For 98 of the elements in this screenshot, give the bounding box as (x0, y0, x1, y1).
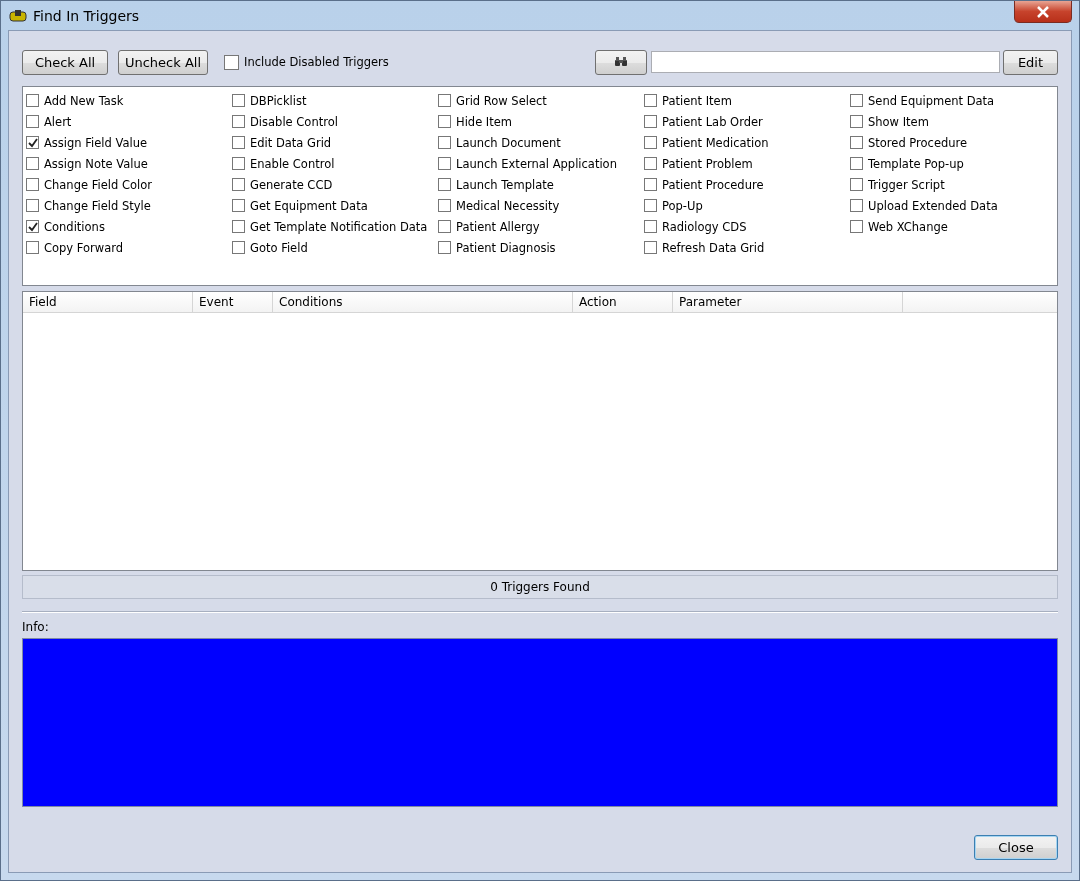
checkbox-label: Patient Diagnosis (456, 240, 556, 255)
checkbox-label: Disable Control (250, 114, 338, 129)
edit-button[interactable]: Edit (1003, 49, 1058, 75)
checkbox[interactable] (850, 199, 863, 212)
checkbox-label: Patient Medication (662, 135, 769, 150)
checkbox-label: Add New Task (44, 93, 124, 108)
info-label: Info: (22, 620, 50, 634)
checkbox-label: Generate CCD (250, 177, 333, 192)
checkbox-label: Grid Row Select (456, 93, 547, 108)
checkbox-label: Change Field Style (44, 198, 151, 213)
checkbox-label: Refresh Data Grid (662, 240, 765, 255)
checkbox[interactable] (850, 115, 863, 128)
checkbox[interactable] (644, 157, 657, 170)
checkbox[interactable] (26, 157, 39, 170)
checkbox-label: Alert (44, 114, 72, 129)
checkbox[interactable] (232, 199, 245, 212)
checkbox[interactable] (438, 136, 451, 149)
column-header[interactable]: Parameter (673, 292, 903, 312)
column-header[interactable]: Conditions (273, 292, 573, 312)
checkbox-label: Trigger Script (868, 177, 945, 192)
checkbox-label: Edit Data Grid (250, 135, 332, 150)
app-icon (9, 8, 27, 23)
checkbox-label: Conditions (44, 219, 105, 234)
checkbox[interactable] (26, 115, 39, 128)
checkbox-label: Get Equipment Data (250, 198, 368, 213)
close-button[interactable]: Close (974, 835, 1058, 860)
checkbox-label: Assign Field Value (44, 135, 148, 150)
checkbox-label: Stored Procedure (868, 135, 968, 150)
find-button[interactable] (595, 49, 647, 75)
checkbox[interactable] (438, 199, 451, 212)
checkbox-label: Get Template Notification Data (250, 219, 428, 234)
checkbox[interactable] (232, 157, 245, 170)
checkbox[interactable] (26, 199, 39, 212)
close-window-button[interactable] (1014, 1, 1072, 23)
toolbar-button[interactable]: Check All (22, 49, 108, 75)
column-header[interactable]: Field (23, 292, 193, 312)
checkbox[interactable] (644, 241, 657, 254)
checkbox-label: Pop-Up (662, 198, 703, 213)
checkbox-label: Launch External Application (456, 156, 617, 171)
checkbox[interactable] (644, 94, 657, 107)
checkbox-label: Patient Allergy (456, 219, 540, 234)
checkbox-label: Hide Item (456, 114, 513, 129)
checkbox[interactable] (224, 54, 239, 70)
checkbox-label: Include Disabled Triggers (244, 55, 389, 69)
checkbox[interactable] (26, 94, 39, 107)
checkbox-label: Change Field Color (44, 177, 152, 192)
checkbox[interactable] (644, 178, 657, 191)
checkbox-label: Patient Item (662, 93, 732, 108)
checkbox-label: Medical Necessity (456, 198, 560, 213)
checkbox[interactable] (850, 220, 863, 233)
checkbox[interactable] (232, 220, 245, 233)
checkbox[interactable] (232, 136, 245, 149)
checkbox-label: Template Pop-up (868, 156, 964, 171)
checkbox[interactable] (644, 199, 657, 212)
checkbox[interactable] (438, 241, 451, 254)
checkbox-label: Web XChange (868, 219, 948, 234)
checkbox[interactable] (232, 241, 245, 254)
checkbox[interactable] (644, 115, 657, 128)
toolbar-button[interactable]: Uncheck All (118, 49, 208, 75)
checkbox[interactable] (26, 241, 39, 254)
search-field[interactable] (651, 51, 1000, 73)
checkbox[interactable] (644, 136, 657, 149)
checkbox-label: Enable Control (250, 156, 335, 171)
checkbox-label: Launch Template (456, 177, 554, 192)
checkbox-label: Upload Extended Data (868, 198, 998, 213)
checkbox-label: Copy Forward (44, 240, 124, 255)
checkbox[interactable] (232, 178, 245, 191)
checkbox-label: DBPicklist (250, 93, 307, 108)
checkbox[interactable] (26, 220, 39, 233)
checkbox-label: Show Item (868, 114, 929, 129)
checkbox-label: Assign Note Value (44, 156, 148, 171)
checkbox[interactable] (438, 157, 451, 170)
checkbox[interactable] (850, 94, 863, 107)
checkbox[interactable] (438, 178, 451, 191)
checkbox-label: Goto Field (250, 240, 308, 255)
status-bar: 0 Triggers Found (22, 575, 1058, 599)
checkbox[interactable] (438, 115, 451, 128)
checkbox-label: Launch Document (456, 135, 561, 150)
checkbox[interactable] (850, 136, 863, 149)
checkbox[interactable] (850, 178, 863, 191)
checkbox-label: Patient Procedure (662, 177, 764, 192)
checkbox[interactable] (26, 136, 39, 149)
checkbox-label: Patient Lab Order (662, 114, 763, 129)
binoculars-icon (614, 57, 628, 67)
checkbox-label: Radiology CDS (662, 219, 747, 234)
checkbox[interactable] (644, 220, 657, 233)
checkbox[interactable] (26, 178, 39, 191)
checkbox-label: Send Equipment Data (868, 93, 995, 108)
window-title: Find In Triggers (33, 7, 140, 24)
checkbox[interactable] (232, 115, 245, 128)
checkbox[interactable] (850, 157, 863, 170)
checkbox[interactable] (232, 94, 245, 107)
close-icon (1036, 5, 1050, 18)
column-header[interactable]: Event (193, 292, 273, 312)
checkbox[interactable] (438, 94, 451, 107)
checkbox[interactable] (438, 220, 451, 233)
column-header[interactable]: Action (573, 292, 673, 312)
checkbox-label: Patient Problem (662, 156, 753, 171)
